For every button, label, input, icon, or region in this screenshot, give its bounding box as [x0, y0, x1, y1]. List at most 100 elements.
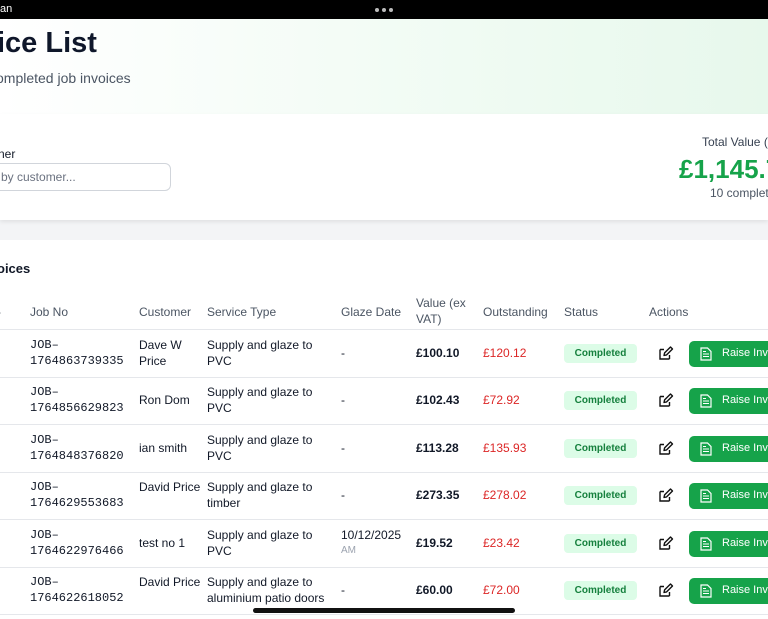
- total-value-label: Total Value (: [702, 135, 768, 149]
- table-row[interactable]: JOB–1764629553683 David Price Supply and g…: [0, 472, 768, 520]
- glaze-date: -: [341, 488, 345, 502]
- raise-invoice-label: Raise Invo: [722, 442, 768, 454]
- outstanding-amount: £72.92: [483, 393, 520, 407]
- raise-invoice-label: Raise Invo: [722, 537, 768, 549]
- customer-filter-label: ner: [0, 147, 16, 161]
- edit-icon[interactable]: [658, 440, 674, 456]
- invoices-table-card: oices - Job No Customer Service Type Gla…: [0, 240, 768, 619]
- document-icon: [700, 489, 712, 503]
- table-row[interactable]: JOB–1764848376820 ian smith Supply and gla…: [0, 425, 768, 473]
- job-number: JOB–1764863739335: [30, 338, 124, 368]
- glaze-date: -: [341, 583, 345, 597]
- job-number: JOB–1764856629823: [30, 385, 124, 415]
- glaze-date-cell: -: [341, 440, 411, 456]
- home-indicator[interactable]: [253, 608, 515, 613]
- glaze-date: -: [341, 346, 345, 360]
- outstanding-amount: £120.12: [483, 346, 527, 360]
- glaze-date: 10/12/2025: [341, 528, 402, 542]
- invoice-value: £60.00: [416, 583, 453, 597]
- glaze-date-cell: -: [341, 345, 411, 361]
- invoice-value: £100.10: [416, 346, 460, 360]
- customer-name: test no 1: [139, 536, 186, 550]
- customer-name: ian smith: [139, 441, 188, 455]
- column-header-job-no[interactable]: Job No: [30, 305, 68, 319]
- column-header-partial: -: [0, 305, 1, 319]
- service-type: Supply and glaze to aluminium patio door…: [207, 575, 325, 605]
- document-icon: [700, 347, 712, 361]
- job-number: JOB–1764622618052: [30, 575, 124, 605]
- system-status-bar: an: [0, 0, 768, 19]
- invoice-value: £102.43: [416, 393, 460, 407]
- outstanding-amount: £135.93: [483, 441, 527, 455]
- document-icon: [700, 584, 712, 598]
- total-value-amount: £1,145.7: [679, 154, 768, 184]
- table-row[interactable]: JOB–1764863739335 Dave W Price Supply and …: [0, 330, 768, 378]
- page-title: ice List: [0, 27, 97, 59]
- edit-icon[interactable]: [658, 582, 674, 598]
- column-header-service-type[interactable]: Service Type: [207, 305, 276, 319]
- status-badge: Completed: [564, 486, 637, 505]
- page-subtitle: ompleted job invoices: [0, 70, 131, 86]
- column-header-customer[interactable]: Customer: [139, 305, 191, 319]
- service-type: Supply and glaze to PVC: [207, 433, 313, 463]
- section-title: oices: [0, 261, 31, 276]
- edit-icon[interactable]: [658, 392, 674, 408]
- customer-name: David Price: [139, 575, 201, 589]
- raise-invoice-label: Raise Invo: [722, 394, 768, 406]
- raise-invoice-button[interactable]: Raise Invo: [689, 388, 768, 414]
- outstanding-amount: £72.00: [483, 583, 520, 597]
- raise-invoice-button[interactable]: Raise Invo: [689, 436, 768, 462]
- document-icon: [700, 394, 712, 408]
- raise-invoice-label: Raise Invo: [722, 584, 768, 596]
- glaze-date-cell: -: [341, 487, 411, 503]
- glaze-date-cell: -: [341, 582, 411, 598]
- status-badge: Completed: [564, 391, 637, 410]
- multitasking-dots-icon[interactable]: [375, 8, 393, 12]
- raise-invoice-label: Raise Invo: [722, 347, 768, 359]
- status-badge: Completed: [564, 344, 637, 363]
- raise-invoice-button[interactable]: Raise Invo: [689, 341, 768, 367]
- raise-invoice-button[interactable]: Raise Invo: [689, 578, 768, 604]
- invoice-value: £19.52: [416, 536, 453, 550]
- invoice-value: £273.35: [416, 488, 460, 502]
- column-header-glaze-date[interactable]: Glaze Date: [341, 305, 401, 319]
- glaze-date-cell: -: [341, 392, 411, 408]
- job-number: JOB–1764848376820: [30, 433, 124, 463]
- table-row[interactable]: JOB–1764856629823 Ron Dom Supply and glaze…: [0, 377, 768, 425]
- column-header-value[interactable]: Value (ex VAT): [416, 295, 476, 327]
- glaze-time: AM: [341, 545, 356, 556]
- table-row[interactable]: JOB–1764622976466 test no 1 Supply and gla…: [0, 520, 768, 568]
- raise-invoice-button[interactable]: Raise Invo: [689, 483, 768, 509]
- edit-icon[interactable]: [658, 535, 674, 551]
- column-header-actions: Actions: [649, 305, 689, 319]
- job-number: JOB–1764622976466: [30, 528, 124, 558]
- service-type: Supply and glaze to PVC: [207, 385, 313, 415]
- service-type: Supply and glaze to PVC: [207, 528, 313, 558]
- table-header: - Job No Customer Service Type Glaze Dat…: [0, 295, 768, 330]
- glaze-date-cell: 10/12/2025 AM: [341, 527, 411, 559]
- edit-icon[interactable]: [658, 487, 674, 503]
- filter-card: ner Total Value ( £1,145.7 10 complet: [0, 114, 768, 220]
- document-icon: [700, 442, 712, 456]
- job-number: JOB–1764629553683: [30, 480, 124, 510]
- column-header-outstanding[interactable]: Outstanding: [483, 305, 548, 319]
- outstanding-amount: £278.02: [483, 488, 527, 502]
- status-bar-text: an: [0, 3, 13, 15]
- service-type: Supply and glaze to timber: [207, 480, 313, 510]
- status-badge: Completed: [564, 534, 637, 553]
- status-badge: Completed: [564, 439, 637, 458]
- customer-search-input[interactable]: [0, 163, 171, 191]
- raise-invoice-button[interactable]: Raise Invo: [689, 531, 768, 557]
- invoice-value: £113.28: [416, 441, 459, 455]
- glaze-date: -: [341, 441, 345, 455]
- completed-count: 10 complet: [710, 186, 768, 200]
- glaze-date: -: [341, 393, 345, 407]
- column-header-status[interactable]: Status: [564, 305, 598, 319]
- service-type: Supply and glaze to PVC: [207, 338, 313, 368]
- status-badge: Completed: [564, 581, 637, 600]
- document-icon: [700, 537, 712, 551]
- customer-name: Dave W Price: [139, 338, 182, 368]
- edit-icon[interactable]: [658, 345, 674, 361]
- raise-invoice-label: Raise Invo: [722, 489, 768, 501]
- customer-name: David Price: [139, 480, 201, 494]
